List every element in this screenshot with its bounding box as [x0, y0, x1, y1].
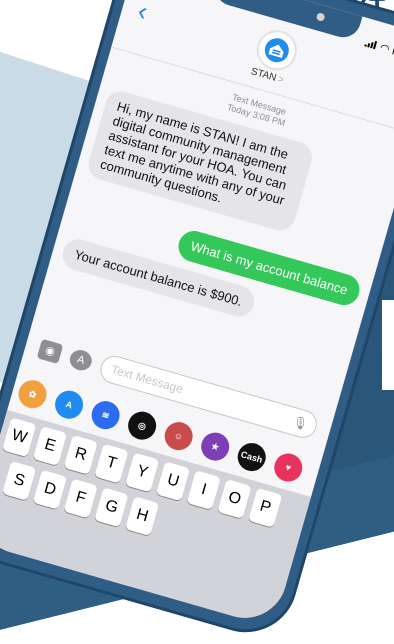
photos-icon[interactable]: ✿	[15, 376, 50, 412]
key-e[interactable]: E	[32, 426, 68, 466]
phone-mockup: ◠ ‹ STAN> Text Message Today 3:08 PM Hi,…	[0, 0, 394, 644]
apple-cash-label: Cash	[239, 449, 264, 465]
key-o[interactable]: O	[217, 479, 252, 519]
key-u[interactable]: U	[155, 461, 191, 502]
heart-icon[interactable]: ♥	[270, 450, 306, 485]
phone-screen: ◠ ‹ STAN> Text Message Today 3:08 PM Hi,…	[0, 0, 394, 628]
apple-cash-icon[interactable]: Cash	[234, 439, 270, 475]
key-i[interactable]: I	[186, 470, 221, 511]
activity-icon[interactable]: ◎	[124, 408, 160, 443]
stickers-icon[interactable]: ★	[197, 429, 233, 464]
key-d[interactable]: D	[32, 469, 68, 510]
message-placeholder: Text Message	[109, 362, 185, 397]
memoji-icon[interactable]: ☺	[161, 418, 196, 454]
microphone-icon[interactable]: 🎙	[289, 409, 311, 438]
key-h[interactable]: H	[125, 496, 160, 537]
key-g[interactable]: G	[94, 487, 129, 528]
key-p[interactable]: P	[248, 487, 283, 528]
camera-dot	[315, 12, 326, 22]
key-y[interactable]: Y	[125, 452, 160, 493]
contact-chevron-icon: >	[276, 73, 286, 87]
key-r[interactable]: R	[63, 434, 98, 475]
camera-icon[interactable]: ◉	[36, 338, 64, 365]
app-store-button-icon[interactable]: A	[67, 347, 95, 373]
stan-logo-icon	[264, 38, 289, 63]
app-store-icon[interactable]: A	[51, 387, 87, 423]
key-t[interactable]: T	[94, 443, 129, 484]
key-s[interactable]: S	[1, 460, 37, 501]
phone-frame: ◠ ‹ STAN> Text Message Today 3:08 PM Hi,…	[0, 0, 394, 644]
audio-icon[interactable]: ≋	[88, 397, 123, 433]
key-w[interactable]: W	[2, 417, 37, 458]
back-chevron-icon[interactable]: ‹	[135, 0, 152, 26]
key-f[interactable]: F	[63, 478, 98, 519]
